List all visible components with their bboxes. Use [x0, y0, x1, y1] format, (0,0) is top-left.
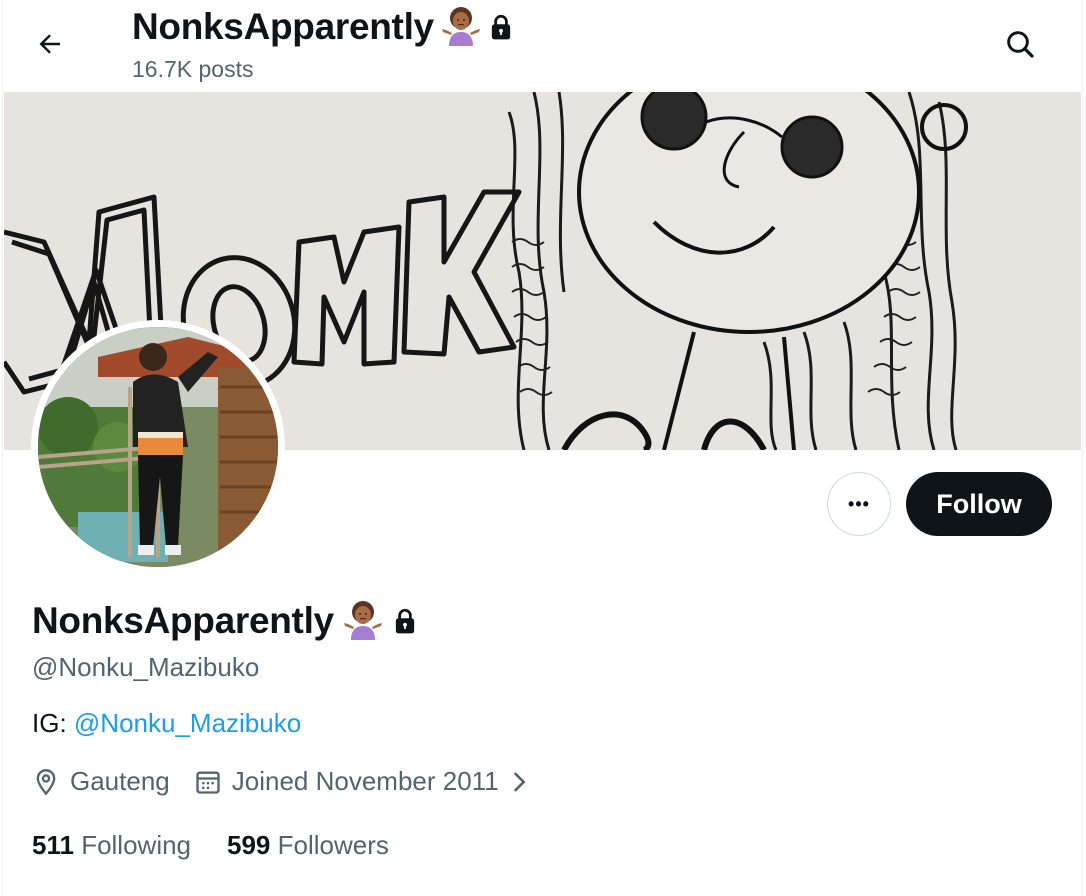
person-shrugging-emoji [441, 7, 480, 46]
lock-icon [491, 14, 510, 40]
person-shrugging-emoji [343, 601, 382, 640]
follow-button[interactable]: Follow [906, 472, 1052, 536]
avatar[interactable] [38, 327, 278, 567]
top-bar: NonksApparently 16.7K posts [0, 0, 1086, 92]
search-button[interactable] [994, 20, 1046, 68]
search-icon [1007, 31, 1034, 58]
joined-item[interactable]: Joined November 2011 [194, 766, 529, 797]
location-pin-icon [36, 768, 56, 795]
posts-count: 16.7K posts [132, 56, 254, 82]
followers-count: 599 [227, 830, 271, 860]
followers-link[interactable]: 599 Followers [227, 830, 389, 861]
header-display-name: NonksApparently [132, 6, 434, 47]
followers-label: Followers [277, 830, 389, 860]
profile-meta: Gauteng Joined November 2011 [32, 766, 529, 797]
chevron-right-icon [513, 772, 526, 791]
more-icon: ••• [848, 493, 870, 514]
profile-bio: IG: @Nonku_Mazibuko [32, 708, 301, 739]
bio-prefix: IG: [32, 708, 74, 738]
arrow-left-icon [39, 34, 60, 54]
profile-handle: @Nonku_Mazibuko [32, 652, 260, 682]
more-options-button[interactable]: ••• [827, 472, 891, 536]
follow-counts: 511 Following 599 Followers [32, 830, 389, 861]
joined-text: Joined November 2011 [231, 766, 499, 796]
following-link[interactable]: 511 Following [32, 830, 191, 861]
calendar-icon [196, 771, 220, 794]
profile-display-name: NonksApparently [32, 600, 334, 641]
following-count: 511 [32, 830, 74, 860]
profile-name-row: NonksApparently [32, 600, 418, 642]
following-label: Following [81, 830, 192, 860]
avatar-photo [38, 327, 278, 567]
header-title: NonksApparently [132, 6, 514, 48]
location-item: Gauteng [32, 766, 170, 797]
back-button[interactable] [24, 20, 76, 68]
location-text: Gauteng [70, 766, 170, 796]
bio-link[interactable]: @Nonku_Mazibuko [74, 708, 301, 738]
lock-icon [395, 608, 414, 634]
